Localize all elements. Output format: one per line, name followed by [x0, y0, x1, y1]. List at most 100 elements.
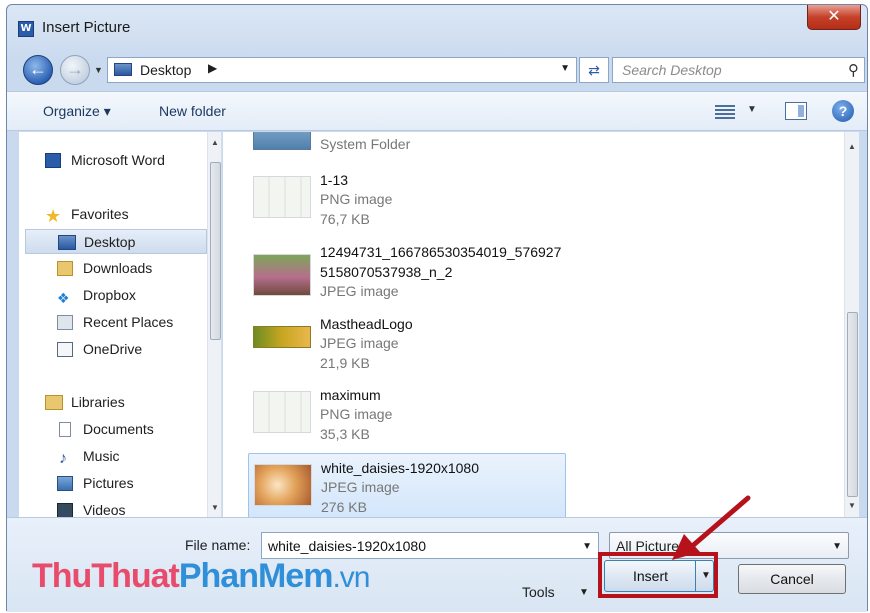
scroll-down-icon[interactable]: ▼: [848, 501, 856, 510]
nav-item-desktop[interactable]: Desktop: [25, 229, 207, 254]
nav-item-label: Videos: [83, 502, 126, 518]
insert-button[interactable]: Insert ▼: [604, 560, 714, 592]
nav-item-label: Favorites: [71, 206, 129, 222]
file-name: MastheadLogo: [320, 316, 413, 332]
music-icon: ♪: [59, 450, 67, 467]
help-icon[interactable]: ?: [832, 100, 854, 122]
tools-button[interactable]: Tools: [522, 584, 555, 600]
computer-icon: [253, 132, 311, 150]
navigation-pane: Microsoft Word ★ Favorites Desktop Downl…: [19, 132, 222, 518]
png-thumbnail: [253, 176, 311, 218]
nav-item-label: Libraries: [71, 394, 125, 410]
downloads-folder-icon: [57, 261, 73, 276]
title-bar: W Insert Picture ✕: [7, 5, 867, 45]
watermark-part-1: ThuThuat: [32, 557, 180, 595]
tools-dropdown-icon[interactable]: ▼: [579, 587, 589, 598]
list-item-file[interactable]: maximum PNG image 35,3 KB: [248, 381, 566, 447]
nav-item-documents[interactable]: Documents: [57, 417, 221, 442]
desktop-icon: [58, 235, 76, 250]
file-type: JPEG image: [320, 335, 399, 351]
file-type: JPEG image: [321, 479, 400, 495]
photo-thumbnail: [253, 254, 311, 296]
nav-item-music[interactable]: ♪ Music: [57, 444, 221, 469]
insert-picture-dialog: W Insert Picture ✕ ← → ▼ Desktop ▶ ▼ ⇄ ⚲…: [6, 4, 868, 612]
png-thumbnail: [253, 391, 311, 433]
pictures-icon: [57, 476, 73, 491]
nav-item-label: Dropbox: [83, 287, 136, 303]
back-button[interactable]: ←: [23, 55, 53, 85]
chevron-down-icon[interactable]: ▼: [832, 541, 842, 552]
nav-scrollbar[interactable]: ▲ ▼: [207, 132, 221, 518]
views-icon[interactable]: [715, 103, 735, 119]
file-list-scrollbar-thumb[interactable]: [847, 312, 858, 497]
close-button[interactable]: ✕: [807, 5, 861, 30]
scroll-up-icon[interactable]: ▲: [211, 138, 219, 147]
star-icon: ★: [45, 206, 62, 226]
insert-dropdown-icon[interactable]: ▼: [701, 570, 711, 581]
nav-item-favorites[interactable]: ★ Favorites: [45, 202, 221, 227]
recent-locations-dropdown[interactable]: ▼: [94, 65, 103, 75]
file-list-scrollbar[interactable]: ▲ ▼: [844, 132, 859, 518]
views-dropdown[interactable]: ▼: [747, 104, 757, 115]
list-item-file[interactable]: 12494731_166786530354019_576927 51580705…: [248, 238, 566, 308]
documents-icon: [59, 422, 71, 437]
nav-item-label: Microsoft Word: [71, 152, 165, 168]
nav-item-label: OneDrive: [83, 341, 143, 357]
word-icon: W: [18, 21, 34, 37]
nav-item-pictures[interactable]: Pictures: [57, 471, 221, 496]
cancel-button[interactable]: Cancel: [738, 564, 846, 594]
nav-item-label: Documents: [83, 421, 154, 437]
libraries-icon: [45, 395, 63, 410]
chevron-down-icon[interactable]: ▼: [582, 541, 592, 552]
logo-thumbnail: [253, 326, 311, 348]
file-name-label: File name:: [185, 537, 251, 553]
nav-item-microsoft-word[interactable]: Microsoft Word: [45, 148, 221, 173]
file-size: 21,9 KB: [320, 355, 370, 371]
search-box[interactable]: ⚲: [612, 57, 865, 83]
forward-button[interactable]: →: [60, 55, 90, 85]
list-item-file-selected[interactable]: white_daisies-1920x1080 JPEG image 276 K…: [248, 453, 566, 518]
nav-item-videos[interactable]: Videos: [57, 498, 221, 518]
file-name: white_daisies-1920x1080: [321, 460, 479, 476]
preview-pane-icon[interactable]: [785, 102, 807, 120]
address-location[interactable]: Desktop: [140, 62, 191, 78]
list-item-file[interactable]: 1-13 PNG image 76,7 KB: [248, 166, 566, 232]
word-icon: [45, 153, 61, 168]
file-size: 76,7 KB: [320, 211, 370, 227]
split-divider: [695, 561, 696, 591]
file-list: System Folder 1-13 PNG image 76,7 KB 124…: [223, 132, 859, 518]
refresh-button[interactable]: ⇄: [579, 57, 609, 83]
dropbox-icon: ❖: [57, 290, 70, 306]
address-bar[interactable]: Desktop ▶ ▼: [107, 57, 577, 83]
file-size: 35,3 KB: [320, 426, 370, 442]
chevron-right-icon[interactable]: ▶: [208, 61, 217, 75]
organize-button[interactable]: Organize ▾: [43, 103, 111, 120]
file-size: 276 KB: [321, 499, 367, 515]
new-folder-button[interactable]: New folder: [159, 103, 226, 119]
nav-item-recent-places[interactable]: Recent Places: [57, 310, 221, 335]
file-name-field[interactable]: ▼: [261, 532, 599, 559]
nav-item-downloads[interactable]: Downloads: [57, 256, 221, 281]
nav-item-dropbox[interactable]: ❖ Dropbox: [57, 283, 221, 308]
nav-item-label: Pictures: [83, 475, 134, 491]
onedrive-icon: [57, 342, 73, 357]
chevron-down-icon[interactable]: ▼: [560, 63, 570, 74]
recent-places-icon: [57, 315, 73, 330]
videos-icon: [57, 503, 73, 518]
file-name-input[interactable]: [262, 533, 572, 558]
nav-scrollbar-thumb[interactable]: [210, 162, 221, 340]
scroll-down-icon[interactable]: ▼: [211, 503, 219, 512]
list-item-file[interactable]: MastheadLogo JPEG image 21,9 KB: [248, 310, 566, 376]
watermark-part-3: .vn: [332, 561, 370, 594]
list-item-system-folder[interactable]: System Folder: [248, 132, 566, 164]
nav-item-libraries[interactable]: Libraries: [45, 390, 221, 415]
scroll-up-icon[interactable]: ▲: [848, 142, 856, 151]
nav-item-onedrive[interactable]: OneDrive: [57, 337, 221, 362]
file-name: 12494731_166786530354019_576927 51580705…: [320, 244, 562, 280]
command-bar: Organize ▾ New folder ▼ ?: [7, 91, 867, 131]
nav-item-label: Music: [83, 448, 120, 464]
search-icon[interactable]: ⚲: [848, 61, 859, 79]
file-type: JPEG image: [320, 283, 399, 299]
search-input[interactable]: [613, 58, 833, 82]
file-name: 1-13: [320, 172, 349, 188]
